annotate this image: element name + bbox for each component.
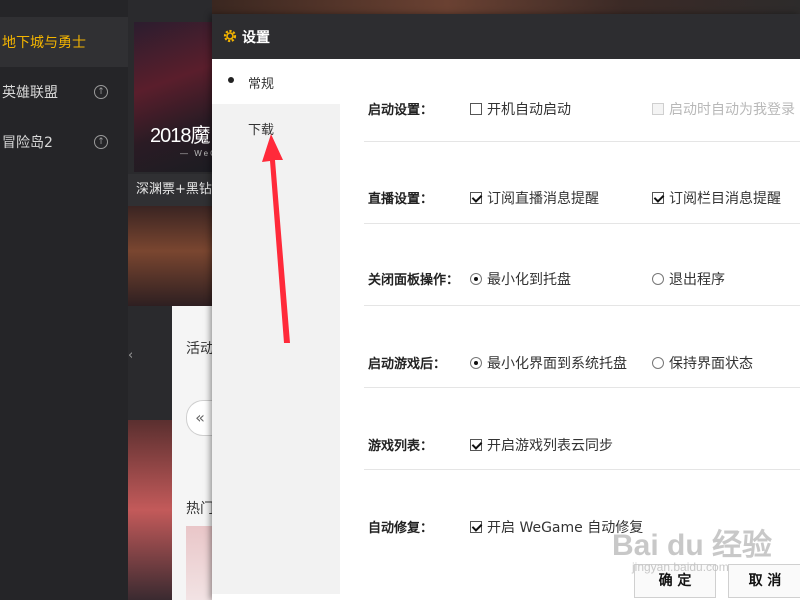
top-banner-art (212, 0, 800, 14)
selected-dot-icon (228, 77, 234, 83)
checkbox-icon[interactable] (470, 103, 482, 115)
dialog-title: 设置 (242, 30, 270, 46)
radio-icon[interactable] (470, 357, 482, 369)
checkbox-icon[interactable] (470, 439, 482, 451)
hot-label: 热门 (186, 501, 214, 517)
sidebar-game-label: 地下城与勇士 (2, 35, 86, 51)
checkbox-icon[interactable] (470, 192, 482, 204)
game-sidebar: 地下城与勇士 英雄联盟 ↑ 冒险岛2 ↑ (0, 0, 128, 600)
sidebar-game-dnf[interactable]: 地下城与勇士 (0, 17, 128, 67)
banner-title: 2018魔 (150, 125, 210, 147)
option-label: 最小化界面到系统托盘 (487, 356, 627, 372)
option-label: 退出程序 (669, 272, 725, 288)
radio-icon[interactable] (652, 357, 664, 369)
row-label: 启动设置： (368, 103, 434, 118)
dialog-header[interactable]: 设置 (212, 14, 800, 59)
row-label: 游戏列表： (368, 439, 434, 454)
exit-program-radio[interactable]: 退出程序 (652, 269, 725, 289)
minimize-to-tray-radio[interactable]: 最小化到托盘 (470, 269, 571, 289)
checkbox-icon[interactable] (470, 521, 482, 533)
settings-content: 启动设置： 开机自动启动 启动时自动为我登录 直播设置： 订阅直播消息提醒 订阅… (340, 59, 800, 600)
watermark-url: jingyan.baidu.com (632, 560, 729, 574)
nav-item-download[interactable]: 下载 (212, 104, 340, 594)
radio-icon[interactable] (470, 273, 482, 285)
promo-art (128, 206, 212, 306)
row-label: 自动修复： (368, 521, 434, 536)
sidebar-game-lol[interactable]: 英雄联盟 ↑ (0, 67, 128, 117)
watermark-logo: Bai du 经验 (612, 529, 773, 562)
settings-row-startup: 启动设置： 开机自动启动 启动时自动为我登录 (364, 59, 800, 142)
settings-row-after-game-start: 启动游戏后： 最小化界面到系统托盘 保持界面状态 (364, 305, 800, 388)
column-notify-checkbox[interactable]: 订阅栏目消息提醒 (652, 188, 781, 208)
row-label: 启动游戏后： (368, 357, 447, 372)
sidebar-game-label: 英雄联盟 (2, 85, 58, 101)
character-art (128, 420, 172, 600)
option-label: 最小化到托盘 (487, 272, 571, 288)
settings-dialog: 设置 常规 下载 启动设置： 开机自动启动 启动时自动为我登录 直播设置： 订阅… (212, 14, 800, 600)
sidebar-game-maplestory2[interactable]: 冒险岛2 ↑ (0, 117, 128, 167)
promo-banner[interactable]: 2018魔 — WeGa (134, 22, 223, 172)
upload-arrow-icon[interactable]: ↑ (94, 135, 108, 149)
option-label: 开机自动启动 (487, 102, 571, 118)
option-label: 保持界面状态 (669, 356, 753, 372)
option-label: 订阅栏目消息提醒 (669, 191, 781, 207)
sidebar-game-label: 冒险岛2 (2, 135, 53, 151)
nav-item-label: 下载 (248, 123, 275, 138)
settings-row-close-panel: 关闭面板操作： 最小化到托盘 退出程序 (364, 223, 800, 306)
nav-item-general[interactable]: 常规 (212, 59, 340, 104)
cloud-sync-checkbox[interactable]: 开启游戏列表云同步 (470, 435, 613, 455)
autostart-checkbox[interactable]: 开机自动启动 (470, 99, 571, 119)
dialog-footer: 确 定 取 消 (340, 562, 800, 600)
chevron-left-icon[interactable]: ‹ (128, 348, 133, 363)
thumbnail-art (186, 526, 212, 600)
row-label: 关闭面板操作： (368, 273, 460, 288)
settings-row-live: 直播设置： 订阅直播消息提醒 订阅栏目消息提醒 (364, 141, 800, 224)
option-label: 开启游戏列表云同步 (487, 438, 613, 454)
live-notify-checkbox[interactable]: 订阅直播消息提醒 (470, 188, 599, 208)
checkbox-icon[interactable] (652, 103, 664, 115)
gear-icon (223, 29, 237, 43)
option-label: 启动时自动为我登录 (669, 102, 795, 118)
radio-icon[interactable] (652, 273, 664, 285)
banner-caption[interactable]: 深渊票+黑钻 (128, 174, 212, 206)
option-label: 订阅直播消息提醒 (487, 191, 599, 207)
double-chevron-left-icon[interactable]: « (186, 400, 213, 436)
activity-label: 活动 (186, 341, 214, 357)
row-label: 直播设置： (368, 192, 434, 207)
settings-row-game-list: 游戏列表： 开启游戏列表云同步 (364, 387, 800, 470)
settings-nav: 常规 下载 (212, 59, 340, 600)
nav-item-label: 常规 (248, 77, 275, 92)
checkbox-icon[interactable] (652, 192, 664, 204)
upload-arrow-icon[interactable]: ↑ (94, 85, 108, 99)
cancel-button[interactable]: 取 消 (728, 564, 800, 598)
minimize-to-system-tray-radio[interactable]: 最小化界面到系统托盘 (470, 353, 627, 373)
auto-login-checkbox[interactable]: 启动时自动为我登录 (652, 99, 795, 119)
keep-window-state-radio[interactable]: 保持界面状态 (652, 353, 753, 373)
